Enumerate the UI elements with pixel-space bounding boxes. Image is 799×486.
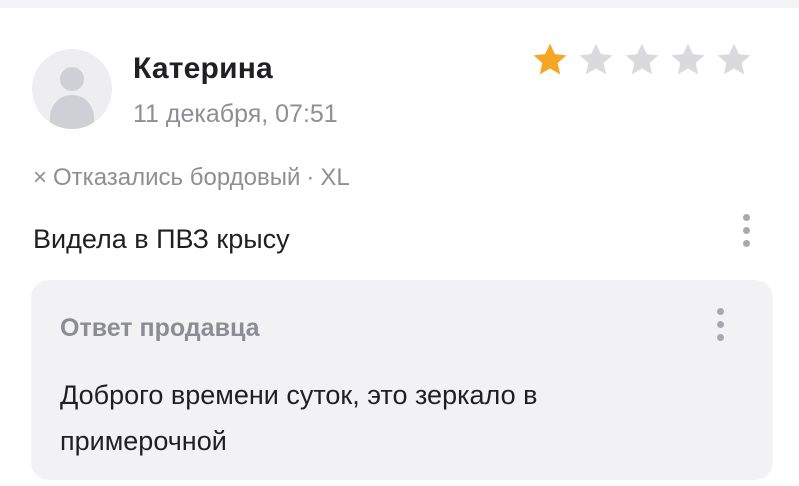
order-variant-line: × Отказались бордовый · XL [33, 164, 350, 192]
review-text: Видела в ПВЗ крысу [33, 224, 290, 254]
variant-size: XL [320, 164, 350, 191]
author-name: Катерина [133, 52, 273, 85]
seller-reply-title: Ответ продавца [60, 314, 260, 342]
star-icon [533, 43, 567, 75]
cross-icon: × [33, 164, 48, 191]
avatar-head-shape [60, 67, 84, 91]
top-divider [0, 0, 799, 8]
star-icon [625, 43, 659, 75]
seller-reply: Ответ продавца Доброго времени суток, эт… [31, 280, 773, 480]
rating-stars [530, 40, 754, 80]
review-card: Катерина 11 декабря, 07:51 × Отказались б… [0, 0, 799, 486]
order-status: Отказались [53, 164, 184, 191]
star-icon [671, 43, 705, 75]
reply-more-menu-icon[interactable] [713, 308, 727, 341]
star-icon [579, 43, 613, 75]
review-date: 11 декабря, 07:51 [133, 100, 338, 128]
review-more-menu-icon[interactable] [739, 214, 753, 247]
variant-separator: · [306, 164, 315, 191]
avatar [32, 49, 112, 129]
seller-reply-text: Доброго времени суток, это зеркало в при… [60, 380, 538, 456]
avatar-body-shape [50, 95, 94, 129]
variant-color: бордовый [189, 164, 301, 191]
star-icon [717, 43, 751, 75]
